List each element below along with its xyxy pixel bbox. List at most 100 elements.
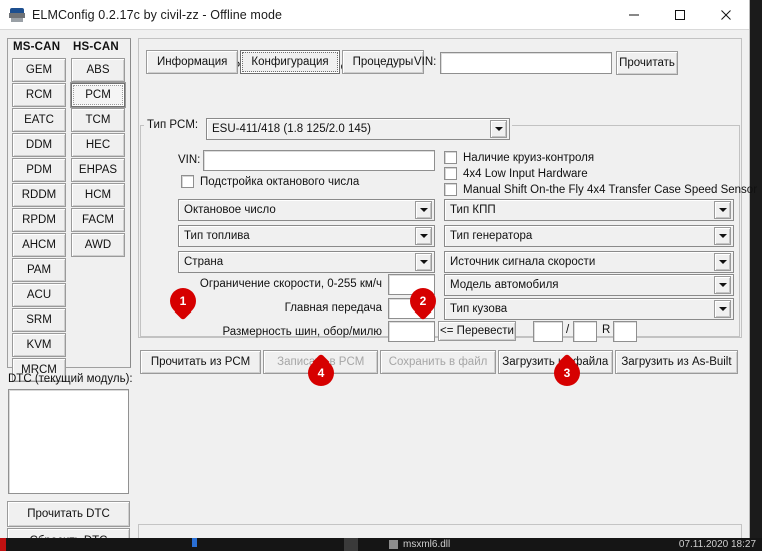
annotation-marker-1-number: 1 <box>179 294 187 308</box>
tire-size-input[interactable] <box>388 321 435 342</box>
chevron-down-icon[interactable] <box>714 253 731 271</box>
tab-konfiguracia[interactable]: Конфигурация <box>240 50 340 74</box>
octane-number-value: Октановое число <box>184 204 276 216</box>
fuel-type-combobox[interactable]: Тип топлива <box>178 225 435 247</box>
chevron-down-icon[interactable] <box>415 227 432 245</box>
tire-size-label: Размерность шин, обор/милю <box>222 326 382 338</box>
transmission-type-value: Тип КПП <box>450 204 496 216</box>
chevron-down-icon[interactable] <box>490 120 507 138</box>
speed-signal-source-combobox[interactable]: Источник сигнала скорости <box>444 251 734 273</box>
checkbox-box[interactable] <box>444 151 457 164</box>
body-type-combobox[interactable]: Тип кузова <box>444 298 734 320</box>
cruise-control-checkbox[interactable]: Наличие круиз-контроля <box>444 151 594 164</box>
module-button-ehpas[interactable]: EHPAS <box>71 158 125 182</box>
country-combobox[interactable]: Страна <box>178 251 435 273</box>
taskbar-app-label: msxml6.dll <box>403 539 451 550</box>
tire-diameter-input[interactable] <box>613 321 637 342</box>
vin-input[interactable] <box>203 150 435 171</box>
taskbar-active-indicator <box>192 538 197 547</box>
screen: ELMConfig 0.2.17c by civil-zz - Offline … <box>0 0 762 551</box>
tire-slash-separator: / <box>566 324 570 336</box>
taskbar-red-marker <box>0 538 6 551</box>
module-button-kvm[interactable]: KVM <box>12 333 66 357</box>
tire-r-label: R <box>602 324 611 336</box>
module-button-pdm[interactable]: PDM <box>12 158 66 182</box>
client-area: MS-CAN HS-CAN GEM RCM EATC DDM PDM RDDM … <box>0 30 757 551</box>
save-to-file-button[interactable]: Сохранить в файл <box>380 350 496 374</box>
vehicle-model-value: Модель автомобиля <box>450 279 559 291</box>
octane-adjust-label: Подстройка октанового числа <box>200 175 360 188</box>
pcm-type-value: ESU-411/418 (1.8 125/2.0 145) <box>212 123 371 135</box>
module-button-ddm[interactable]: DDM <box>12 133 66 157</box>
chevron-down-icon[interactable] <box>714 227 731 245</box>
dtc-label: DTC (текущий модуль): <box>8 373 133 385</box>
read-from-pcm-button[interactable]: Прочитать из PCM <box>140 350 262 374</box>
module-button-eatc[interactable]: EATC <box>12 108 66 132</box>
module-button-pcm[interactable]: PCM <box>71 83 125 107</box>
chevron-down-icon[interactable] <box>415 253 432 271</box>
module-button-rddm[interactable]: RDDM <box>12 183 66 207</box>
module-button-hcm[interactable]: HCM <box>71 183 125 207</box>
chevron-down-icon[interactable] <box>714 201 731 219</box>
convert-tire-size-button[interactable]: <= Перевести <box>438 321 516 341</box>
annotation-marker-2-number: 2 <box>419 294 427 308</box>
module-button-tcm[interactable]: TCM <box>71 108 125 132</box>
octane-number-combobox[interactable]: Октановое число <box>178 199 435 221</box>
checkbox-box[interactable] <box>181 175 194 188</box>
alternator-type-combobox[interactable]: Тип генератора <box>444 225 734 247</box>
vin-field-label: VIN: <box>178 154 201 166</box>
tire-width-input[interactable] <box>533 321 563 342</box>
hs-can-header: HS-CAN <box>73 41 119 53</box>
module-button-awd[interactable]: AWD <box>71 233 125 257</box>
octane-adjust-checkbox[interactable]: Подстройка октанового числа <box>181 175 359 188</box>
read-vin-button[interactable]: Прочитать <box>616 51 678 75</box>
4x4-low-input-hardware-label: 4x4 Low Input Hardware <box>463 167 588 180</box>
body-type-value: Тип кузова <box>450 303 508 315</box>
manual-shift-on-the-fly-checkbox[interactable]: Manual Shift On-the Fly 4x4 Transfer Cas… <box>444 183 757 196</box>
ms-can-button-column: GEM RCM EATC DDM PDM RDDM RPDM AHCM PAM … <box>12 58 66 383</box>
read-dtc-button[interactable]: Прочитать DTC <box>7 501 130 527</box>
module-button-rcm[interactable]: RCM <box>12 83 66 107</box>
load-from-as-built-button[interactable]: Загрузить из As-Built <box>614 350 738 374</box>
maximize-icon[interactable] <box>657 0 703 30</box>
module-selector-panel: MS-CAN HS-CAN GEM RCM EATC DDM PDM RDDM … <box>7 38 131 382</box>
taskbar-item-generic[interactable] <box>344 538 358 551</box>
vehicle-model-combobox[interactable]: Модель автомобиля <box>444 274 734 296</box>
title-bar: ELMConfig 0.2.17c by civil-zz - Offline … <box>0 0 749 30</box>
close-icon[interactable] <box>703 0 749 30</box>
taskbar-clock: 07.11.2020 18:27 <box>678 539 756 550</box>
chevron-down-icon[interactable] <box>714 300 731 318</box>
module-button-ahcm[interactable]: AHCM <box>12 233 66 257</box>
module-button-acu[interactable]: ACU <box>12 283 66 307</box>
tab-procedury[interactable]: Процедуры <box>341 50 425 74</box>
module-button-facm[interactable]: FACM <box>71 208 125 232</box>
vin-top-label: VIN: <box>414 56 437 68</box>
pcm-type-combobox[interactable]: ESU-411/418 (1.8 125/2.0 145) <box>206 118 510 140</box>
chevron-down-icon[interactable] <box>415 201 432 219</box>
checkbox-box[interactable] <box>444 167 457 180</box>
minimize-icon[interactable] <box>611 0 657 30</box>
module-button-srm[interactable]: SRM <box>12 308 66 332</box>
checkbox-box[interactable] <box>444 183 457 196</box>
fuel-type-value: Тип топлива <box>184 230 250 242</box>
dtc-list[interactable] <box>8 389 129 494</box>
4x4-low-input-hardware-checkbox[interactable]: 4x4 Low Input Hardware <box>444 167 588 180</box>
chevron-down-icon[interactable] <box>714 276 731 294</box>
module-button-hec[interactable]: HEC <box>71 133 125 157</box>
annotation-marker-2: 2 <box>410 288 436 322</box>
elmconfig-app-icon <box>9 7 25 23</box>
tire-profile-input[interactable] <box>573 321 597 342</box>
module-button-abs[interactable]: ABS <box>71 58 125 82</box>
taskbar-file-icon <box>389 540 398 549</box>
hs-can-button-column: ABS PCM TCM HEC EHPAS HCM FACM AWD <box>71 58 125 258</box>
final-drive-label: Главная передача <box>284 302 382 314</box>
annotation-marker-4: 4 <box>308 352 334 386</box>
tab-informacia[interactable]: Информация <box>146 50 239 74</box>
module-button-pam[interactable]: PAM <box>12 258 66 282</box>
windows-taskbar: msxml6.dll 07.11.2020 18:27 <box>0 538 762 551</box>
transmission-type-combobox[interactable]: Тип КПП <box>444 199 734 221</box>
vin-top-input[interactable] <box>440 52 612 74</box>
annotation-marker-3-number: 3 <box>563 366 571 380</box>
module-button-gem[interactable]: GEM <box>12 58 66 82</box>
module-button-rpdm[interactable]: RPDM <box>12 208 66 232</box>
